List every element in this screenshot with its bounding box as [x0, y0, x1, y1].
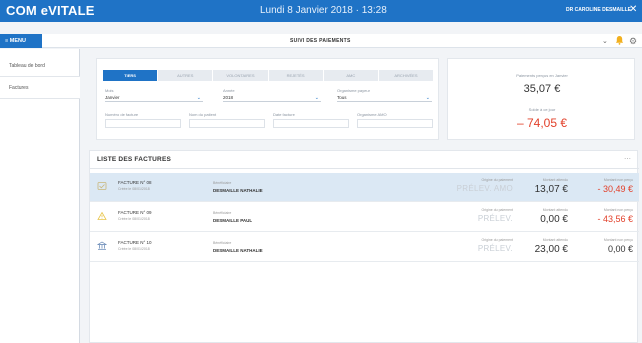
payment-origin-label: Origine du paiement — [481, 178, 513, 182]
expected-amount: 13,07 € — [534, 184, 568, 195]
payment-origin: PRÉLEV. AMO — [456, 184, 513, 193]
beneficiary-label: Bénéficiaire — [213, 211, 232, 215]
patient-name-input[interactable] — [189, 119, 265, 128]
patient-name-label: Nom du patient — [189, 112, 217, 117]
payer-select[interactable]: Tous ⌄ — [337, 94, 432, 102]
payment-origin: PRÉLEV. — [477, 214, 513, 223]
invoice-number: FACTURE N° 10 — [118, 240, 152, 245]
chevron-down-icon: ⌄ — [425, 95, 430, 101]
sidebar-item-dashboard[interactable]: Tableau de bord — [0, 55, 80, 77]
beneficiary-name: DESMAILLE PAUL — [213, 218, 253, 223]
beneficiary-name: DESMAILLE NATHALIE — [213, 248, 263, 253]
chevron-down-icon: ⌄ — [196, 95, 201, 101]
invoice-row[interactable]: FACTURE N° 08 Créée le 08/01/2018 Bénéfi… — [90, 173, 639, 202]
invoice-row[interactable]: FACTURE N° 09 Créée le 08/01/2018 Bénéfi… — [90, 203, 639, 232]
year-select[interactable]: 2018 ⌄ — [223, 94, 321, 102]
invoice-row[interactable]: FACTURE N° 10 Créée le 08/01/2018 Bénéfi… — [90, 233, 639, 262]
payer-label: Organisme payeur — [337, 88, 370, 93]
page-title: SUIVI DES PAIEMENTS — [290, 38, 351, 44]
tab-tiers[interactable]: TIERS — [103, 70, 158, 81]
unpaid-amount-label: Montant non perçu — [603, 208, 633, 212]
invoice-date: Créée le 08/01/2018 — [118, 217, 150, 221]
unpaid-amount: - 30,49 € — [597, 184, 633, 194]
unpaid-amount-label: Montant non perçu — [603, 238, 633, 242]
expected-amount-label: Montant attendu — [542, 178, 568, 182]
invoice-number-input[interactable] — [105, 119, 181, 128]
app-title: COM eVITALE — [6, 3, 95, 18]
tab-volontaires[interactable]: VOLONTAIRES — [213, 70, 268, 81]
menu-button[interactable]: ≡ MENU — [0, 34, 42, 48]
balance-label: Solde à ce jour — [528, 107, 556, 112]
sidebar-item-invoices[interactable]: Factures — [0, 77, 80, 99]
invoice-date-input[interactable] — [273, 119, 349, 128]
year-value: 2018 — [223, 95, 234, 100]
list-title: LISTE DES FACTURES — [97, 156, 172, 163]
paid-label: Paiements perçus en Janvier — [516, 73, 568, 78]
month-select[interactable]: Janvier ⌄ — [105, 94, 203, 102]
invoice-number: FACTURE N° 09 — [118, 210, 152, 215]
amo-input[interactable] — [357, 119, 433, 128]
invoice-number: FACTURE N° 08 — [118, 180, 152, 185]
gear-icon[interactable]: ⚙ — [629, 36, 637, 47]
chevron-down-icon: ⌄ — [314, 95, 319, 101]
filter-tabs: TIERS AUTRES VOLONTAIRES REJETÉS AMC ARC… — [103, 70, 434, 81]
bell-icon[interactable] — [615, 35, 624, 45]
warning-icon — [97, 211, 107, 220]
app-header: COM eVITALE Lundi 8 Janvier 2018 · 13:28… — [0, 0, 642, 22]
divider — [90, 168, 639, 169]
bank-icon — [97, 241, 107, 250]
totals-panel: Paiements perçus en Janvier 35,07 € Sold… — [447, 58, 635, 140]
unpaid-amount: 0,00 € — [607, 244, 633, 254]
tab-autres[interactable]: AUTRES — [158, 70, 213, 81]
invoice-date: Créée le 08/01/2018 — [118, 187, 150, 191]
current-date: Lundi 8 Janvier 2018 · 13:28 — [260, 5, 387, 16]
payment-origin: PRÉLEV. — [477, 244, 513, 253]
month-label: Mois — [105, 88, 114, 93]
document-check-icon — [97, 182, 107, 190]
invoice-number-label: Numéro de facture — [105, 112, 139, 117]
chevron-down-icon[interactable]: ⌄ — [602, 37, 608, 45]
balance-amount: – 74,05 € — [516, 116, 568, 130]
invoice-date-label: Date facture — [273, 112, 295, 117]
tab-rejetes[interactable]: REJETÉS — [268, 70, 323, 81]
expected-amount-label: Montant attendu — [542, 238, 568, 242]
invoice-date: Créée le 08/01/2018 — [118, 247, 150, 251]
filter-panel: TIERS AUTRES VOLONTAIRES REJETÉS AMC ARC… — [96, 58, 439, 140]
expected-amount-label: Montant attendu — [542, 208, 568, 212]
paid-amount: 35,07 € — [523, 83, 561, 95]
tab-archivees[interactable]: ARCHIVÉES — [378, 70, 434, 81]
user-name[interactable]: DR CAROLINE DESMAILLE — [566, 7, 631, 13]
sidebar: Tableau de bord Factures — [0, 49, 80, 343]
year-label: Année — [223, 88, 235, 93]
unpaid-amount-label: Montant non perçu — [603, 178, 633, 182]
expected-amount: 23,00 € — [534, 244, 568, 255]
more-icon[interactable]: ⋯ — [624, 155, 631, 163]
tab-amc[interactable]: AMC — [323, 70, 378, 81]
beneficiary-name: DESMAILLE NATHALIE — [213, 188, 263, 193]
beneficiary-label: Bénéficiaire — [213, 181, 232, 185]
payment-origin-label: Origine du paiement — [481, 208, 513, 212]
expected-amount: 0,00 € — [540, 214, 568, 225]
payer-value: Tous — [337, 95, 347, 100]
amo-label: Organisme AMO — [357, 112, 387, 117]
unpaid-amount: - 43,56 € — [597, 214, 633, 224]
payment-origin-label: Origine du paiement — [481, 238, 513, 242]
close-icon[interactable]: ✕ — [629, 4, 637, 15]
month-value: Janvier — [105, 95, 120, 100]
beneficiary-label: Bénéficiaire — [213, 241, 232, 245]
invoice-list: LISTE DES FACTURES ⋯ FACTURE N° 08 Créée… — [89, 150, 639, 343]
